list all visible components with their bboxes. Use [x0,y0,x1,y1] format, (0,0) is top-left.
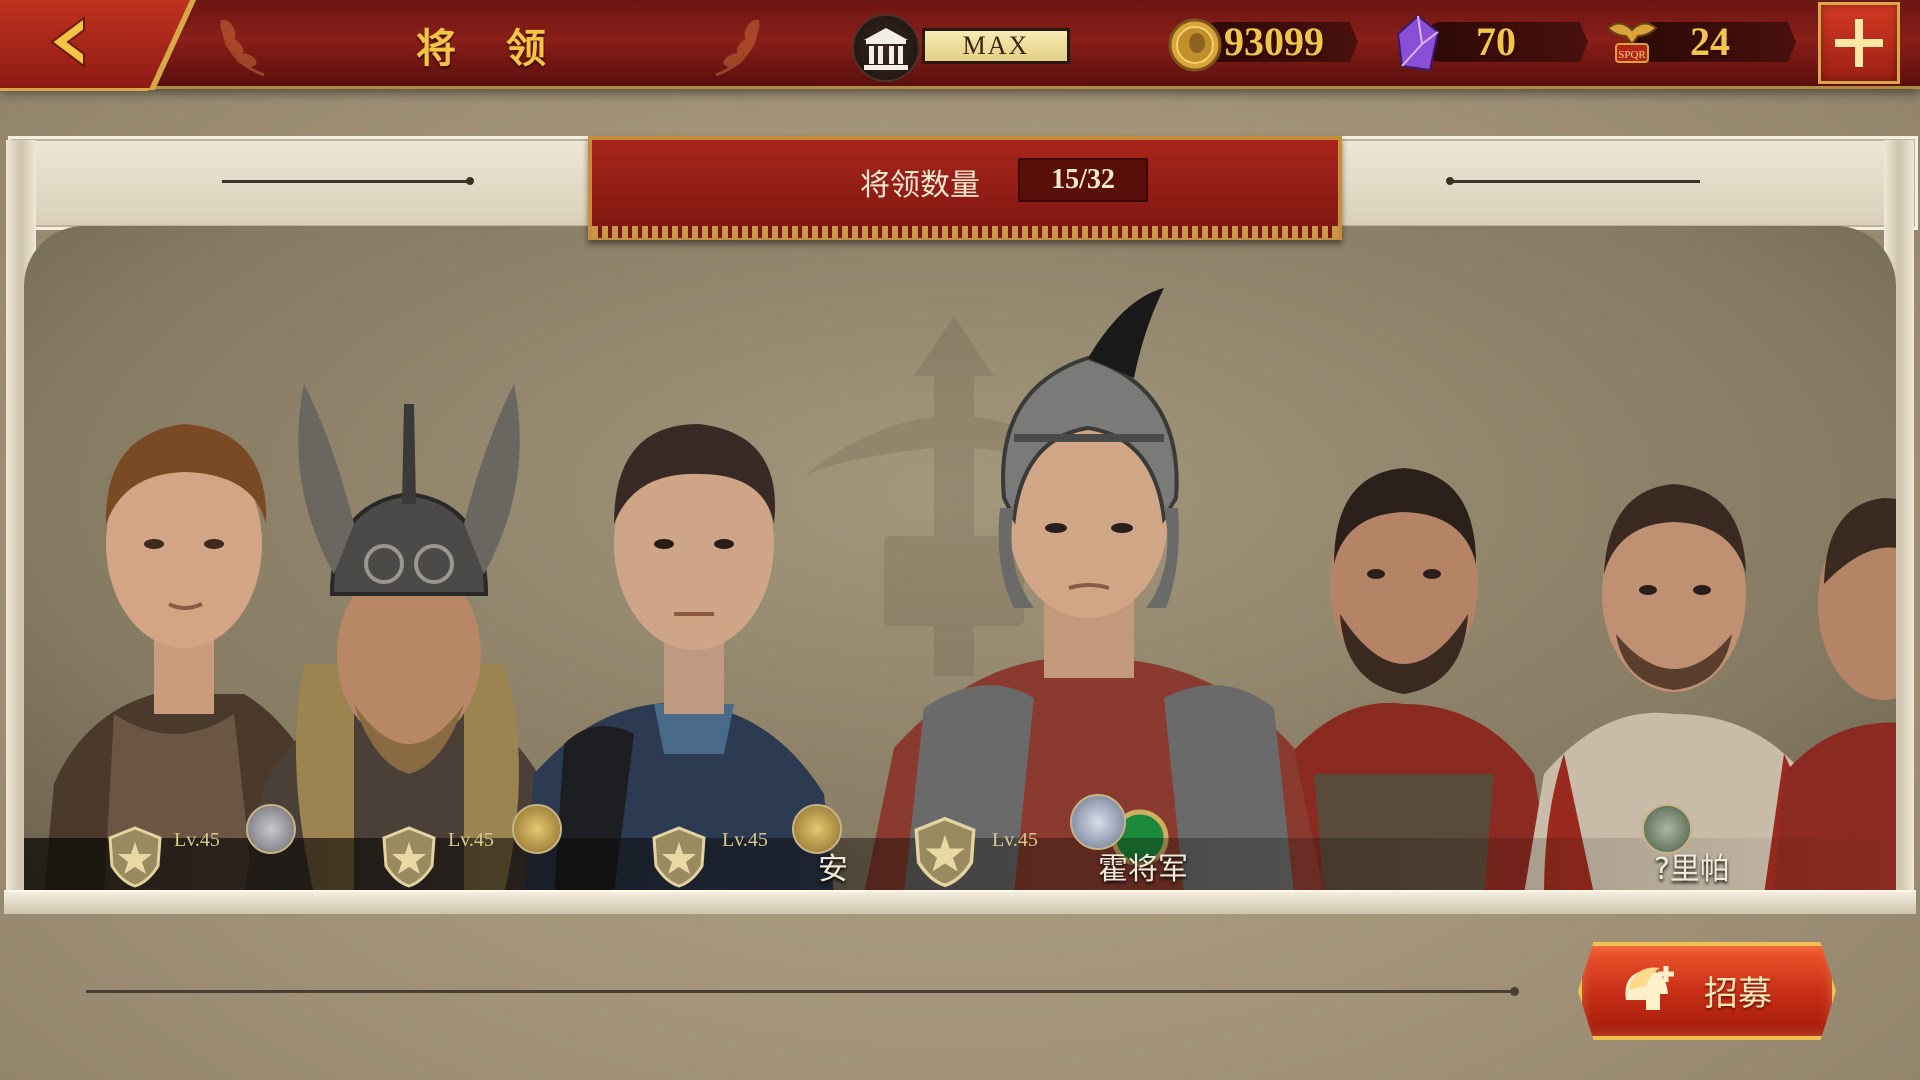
gem-value: 70 [1476,19,1516,64]
general-name: 安 [818,852,848,887]
general-card[interactable] [1774,414,1896,894]
general-count-label: 将领数量 [860,168,980,203]
vip-level[interactable]: MAX [852,14,1070,82]
recruit-button[interactable]: 招募 [1578,942,1836,1040]
gold-coin-icon [1168,18,1222,72]
back-button[interactable] [0,0,190,91]
general-name: ?里帕 [1654,852,1730,887]
laurel-right-icon [715,19,760,77]
spartan-helmet-icon [1625,966,1674,1010]
general-level: Lv.45 [448,829,494,851]
svg-text:SPQR: SPQR [1618,49,1646,61]
general-name: 霍将军 [1098,852,1188,887]
general-count-value: 15/32 [1018,158,1148,202]
spqr-value: 24 [1690,19,1730,64]
frame-line-right [1452,180,1700,183]
gem-counter[interactable]: 70 [1392,14,1592,72]
general-portrait [1774,498,1896,894]
generals-gallery[interactable]: Lv.45 Lv.45 Lv.45 安 Lv.45 霍将军 ?里帕 [24,226,1896,894]
star-rank-icon [914,816,976,888]
star-rank-icon [108,826,162,888]
general-count-banner: 将领数量 15/32 [588,136,1342,240]
bottom-divider-dot [1510,987,1519,996]
frame-footer [4,890,1916,914]
laurel-left-icon [220,19,265,77]
purple-gem-icon [1396,14,1440,72]
vip-label: MAX [922,28,1070,64]
general-level: Lv.45 [174,829,220,851]
general-level: Lv.45 [992,829,1038,851]
page-title: 将 领 [416,25,564,72]
recruit-label: 招募 [1704,974,1772,1014]
gold-value: 93099 [1224,19,1324,64]
gold-counter[interactable]: 93099 [1168,18,1368,72]
frame-dot-left [466,177,474,185]
frame-line-left [222,180,468,183]
temple-icon [852,14,920,82]
star-rank-icon [382,826,436,888]
add-resource-button[interactable] [1818,2,1900,84]
bottom-divider [86,990,1516,993]
banner-fringe [592,226,1338,238]
spqr-eagle-icon: SPQR [1606,22,1658,63]
skill-icon [246,804,296,854]
top-bar: 将 领 MAX 93099 70 SPQR 24 [0,0,1920,91]
skill-icon [1070,794,1126,850]
star-rank-icon [652,826,706,888]
skill-icon [512,804,562,854]
chevron-left-icon [50,16,85,68]
general-level: Lv.45 [722,829,768,851]
spqr-counter[interactable]: SPQR 24 [1604,18,1800,68]
